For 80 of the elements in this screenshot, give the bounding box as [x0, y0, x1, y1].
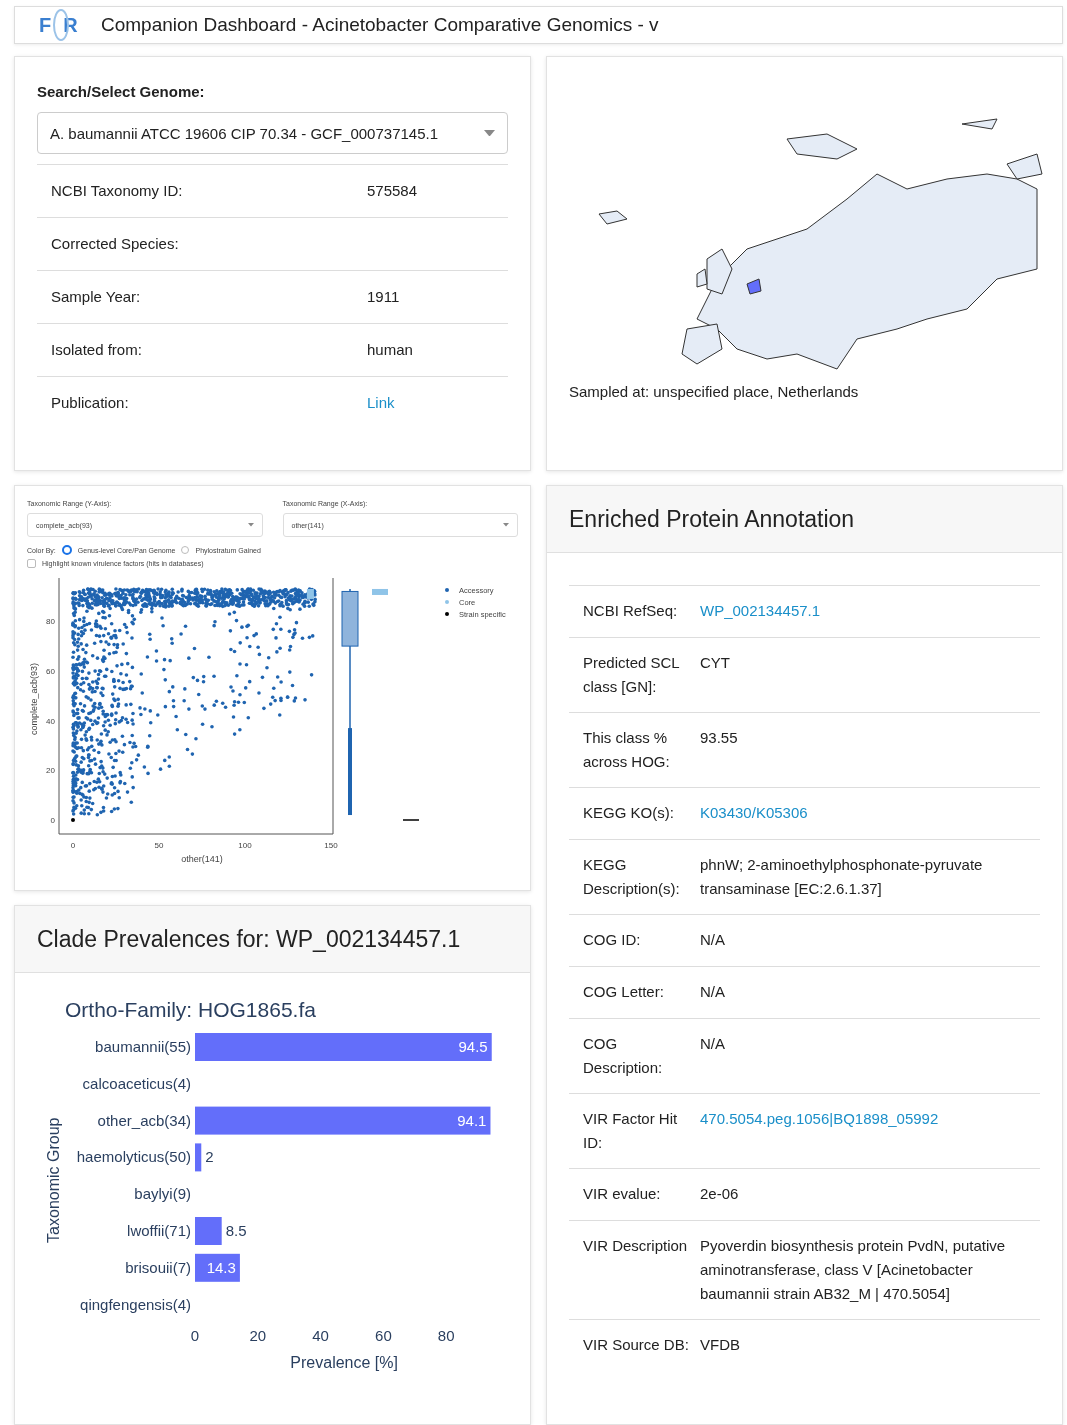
field-label: NCBI RefSeq: — [583, 601, 679, 621]
field-label: Search/Select Genome: — [37, 83, 206, 100]
field-label: This class % across HOG: — [583, 728, 671, 772]
axis-tick-label: 80 — [46, 617, 55, 627]
checkbox[interactable] — [27, 559, 36, 568]
field-label: Corrected Species: — [51, 234, 180, 254]
field-label: VIR evalue: — [583, 1184, 662, 1204]
location-caption: Sampled at: unspecified place, Netherlands — [568, 383, 860, 400]
axis-tick-label: 100 — [238, 841, 252, 850]
axis-tick-label: 40 — [46, 716, 55, 726]
axis-tick-label: 150 — [324, 841, 338, 850]
axis-tick-label: 60 — [46, 666, 55, 676]
field-label: KEGG KO(s): — [583, 803, 675, 823]
field-label: COG ID: — [583, 930, 642, 950]
bar-value-label: 2 — [205, 1148, 214, 1166]
caret-icon — [247, 523, 254, 527]
field-value: phnW; 2-aminoethylphosphonate-pyruvate transaminase [EC:2.6.1.37] — [700, 855, 984, 899]
field-value: Pyoverdin biosynthesis protein PvdN, putative aminotransferase, class V [Acinetobacter baumannii strain AB32_M | 470.5054] — [700, 1236, 1007, 1304]
field-label: Publication: — [51, 393, 130, 413]
axis-tick-label: 80 — [437, 1327, 455, 1345]
radio-button[interactable] — [61, 545, 72, 555]
field-label: Sample Year: — [51, 287, 142, 307]
value-link[interactable]: WP_002134457.1 — [700, 599, 1026, 623]
bar — [195, 1217, 222, 1245]
category-label: baumannii(55) — [95, 1038, 191, 1055]
axis-tick-label: 0 — [190, 1327, 200, 1345]
category-label: baylyi(9) — [134, 1185, 191, 1203]
axis-tick-label: 0 — [50, 816, 55, 825]
bar — [195, 1143, 202, 1172]
field-label: KEGG Description(s): — [583, 855, 681, 899]
field-label: Predicted SCL class [GN]: — [583, 653, 681, 697]
bar-value-label: 94.5 — [458, 1038, 488, 1055]
value-link[interactable]: 470.5054.peg.1056|BQ1898_05992 — [700, 1107, 1026, 1131]
category-label: other_acb(34) — [97, 1111, 191, 1129]
category-label: lwoffii(71) — [127, 1222, 191, 1239]
field-value: 575584 — [367, 181, 419, 201]
value-link[interactable]: K03430/K05306 — [700, 801, 1026, 825]
field-label: COG Letter: — [583, 982, 665, 1002]
field-value: VFDB — [700, 1335, 741, 1355]
bar — [195, 1253, 240, 1282]
category-label: brisouii(7) — [125, 1258, 191, 1276]
field-label: NCBI Taxonomy ID: — [51, 181, 184, 201]
caret-icon — [484, 129, 495, 137]
category-label: haemolyticus(50) — [76, 1148, 191, 1166]
axis-label: other(141) — [181, 854, 223, 864]
axis-label: Prevalence [%] — [290, 1354, 398, 1372]
field-value: 2e-06 — [700, 1184, 740, 1204]
field-value: 93.55 — [700, 728, 739, 748]
card-title: Clade Prevalences for: WP_002134457.1 — [37, 925, 461, 953]
caret-icon — [503, 523, 509, 527]
field-label: Isolated from: — [51, 340, 143, 360]
bar-value-label: 14.3 — [206, 1258, 236, 1276]
field-label: VIR Factor Hit ID: — [583, 1109, 679, 1153]
bar-value-label: 94.1 — [457, 1111, 487, 1129]
field-value: N/A — [700, 982, 726, 1002]
category-label: calcoaceticus(4) — [82, 1074, 191, 1092]
axis-tick-label: 20 — [249, 1327, 267, 1345]
axis-tick-label: 0 — [70, 841, 76, 850]
axis-tick-label: 20 — [46, 766, 55, 776]
genome-select[interactable]: A. baumannii ATCC 19606 CIP 70.34 - GCF_000737145.1 — [37, 112, 508, 154]
field-value: human — [367, 340, 414, 360]
box-plot-drawing — [372, 588, 388, 595]
field-label: VIR Source DB: — [583, 1335, 690, 1355]
axis-tick-label: 50 — [154, 841, 164, 850]
field-value: 1911 — [367, 287, 401, 307]
field-label: COG Description: — [583, 1034, 664, 1078]
axis-tick-label: 60 — [375, 1327, 392, 1345]
field-value: N/A — [700, 930, 726, 950]
axis-tick-label: 40 — [312, 1327, 329, 1345]
card-title: Enriched Protein Annotation — [569, 505, 855, 533]
bar-value-label: 8.5 — [225, 1222, 247, 1239]
value-link[interactable]: Link — [367, 391, 494, 415]
field-value: N/A — [700, 1034, 726, 1054]
field-value: CYT — [700, 653, 731, 673]
field-label: VIR Description — [583, 1236, 689, 1256]
category-label: qingfengensis(4) — [80, 1295, 191, 1313]
chart-title: Ortho-Family: HOG1865.fa — [65, 998, 316, 1021]
page-title: Companion Dashboard - Acinetobacter Comparative Genomics - v — [101, 14, 659, 36]
axis-label: Taxonomic Group — [45, 1117, 62, 1243]
axis-label: complete_acb(93) — [29, 663, 39, 735]
